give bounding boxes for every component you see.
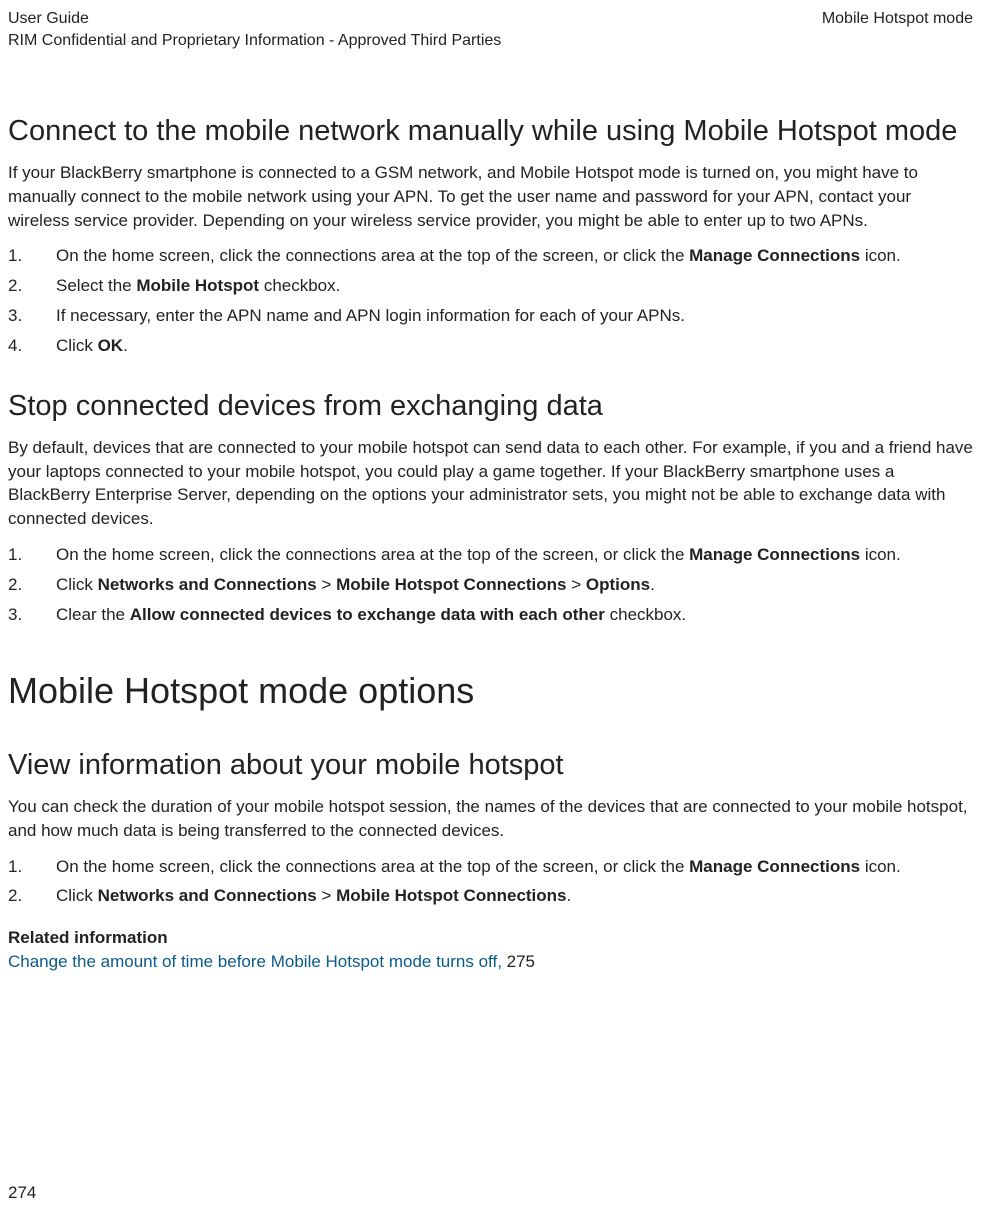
step-text: On the home screen, click the connection…: [56, 545, 689, 564]
bold-text: Mobile Hotspot: [136, 276, 259, 295]
step-text: On the home screen, click the connection…: [56, 246, 689, 265]
section3-steps: On the home screen, click the connection…: [8, 855, 973, 909]
page-number: 274: [8, 1181, 36, 1205]
section1-steps: On the home screen, click the connection…: [8, 244, 973, 357]
step-text: On the home screen, click the connection…: [56, 857, 689, 876]
list-item: Click Networks and Connections > Mobile …: [8, 573, 973, 597]
bold-text: OK: [98, 336, 124, 355]
list-item: Click Networks and Connections > Mobile …: [8, 884, 973, 908]
step-text: Select the: [56, 276, 136, 295]
step-text: Click: [56, 575, 98, 594]
bold-text: Options: [586, 575, 650, 594]
bold-text: Manage Connections: [689, 857, 860, 876]
related-link[interactable]: Change the amount of time before Mobile …: [8, 952, 507, 971]
bold-text: Manage Connections: [689, 246, 860, 265]
section2-steps: On the home screen, click the connection…: [8, 543, 973, 626]
bold-text: Networks and Connections: [98, 886, 317, 905]
bold-text: Manage Connections: [689, 545, 860, 564]
header-confidential: RIM Confidential and Proprietary Informa…: [8, 30, 501, 52]
list-item: Clear the Allow connected devices to exc…: [8, 603, 973, 627]
step-text: .: [123, 336, 128, 355]
step-text: >: [567, 575, 586, 594]
step-text: .: [567, 886, 572, 905]
section-heading-stop-exchange: Stop connected devices from exchanging d…: [8, 388, 973, 424]
list-item: Select the Mobile Hotspot checkbox.: [8, 274, 973, 298]
section-heading-view-info: View information about your mobile hotsp…: [8, 747, 973, 783]
step-text: Click: [56, 886, 98, 905]
bold-text: Mobile Hotspot Connections: [336, 886, 566, 905]
section-heading-connect-manually: Connect to the mobile network manually w…: [8, 113, 973, 149]
step-text: Clear the: [56, 605, 130, 624]
step-text: icon.: [860, 246, 901, 265]
section3-para: You can check the duration of your mobil…: [8, 795, 973, 843]
header-left: User Guide RIM Confidential and Propriet…: [8, 8, 501, 53]
section1-para: If your BlackBerry smartphone is connect…: [8, 161, 973, 232]
step-text: .: [650, 575, 655, 594]
related-info-heading: Related information: [8, 926, 973, 950]
header-section: Mobile Hotspot mode: [822, 8, 973, 30]
step-text: >: [317, 575, 336, 594]
step-text: checkbox.: [259, 276, 340, 295]
step-text: If necessary, enter the APN name and APN…: [56, 306, 685, 325]
step-text: Click: [56, 336, 98, 355]
step-text: >: [317, 886, 336, 905]
page-header: User Guide RIM Confidential and Propriet…: [8, 8, 973, 53]
step-text: checkbox.: [605, 605, 686, 624]
bold-text: Mobile Hotspot Connections: [336, 575, 566, 594]
list-item: On the home screen, click the connection…: [8, 543, 973, 567]
header-doc-title: User Guide: [8, 8, 501, 30]
step-text: icon.: [860, 545, 901, 564]
bold-text: Networks and Connections: [98, 575, 317, 594]
related-page-ref: 275: [507, 952, 535, 971]
list-item: Click OK.: [8, 334, 973, 358]
list-item: On the home screen, click the connection…: [8, 244, 973, 268]
related-info-row: Change the amount of time before Mobile …: [8, 950, 973, 974]
bold-text: Allow connected devices to exchange data…: [130, 605, 605, 624]
step-text: icon.: [860, 857, 901, 876]
list-item: On the home screen, click the connection…: [8, 855, 973, 879]
list-item: If necessary, enter the APN name and APN…: [8, 304, 973, 328]
main-heading-hotspot-options: Mobile Hotspot mode options: [8, 666, 973, 716]
section2-para: By default, devices that are connected t…: [8, 436, 973, 531]
